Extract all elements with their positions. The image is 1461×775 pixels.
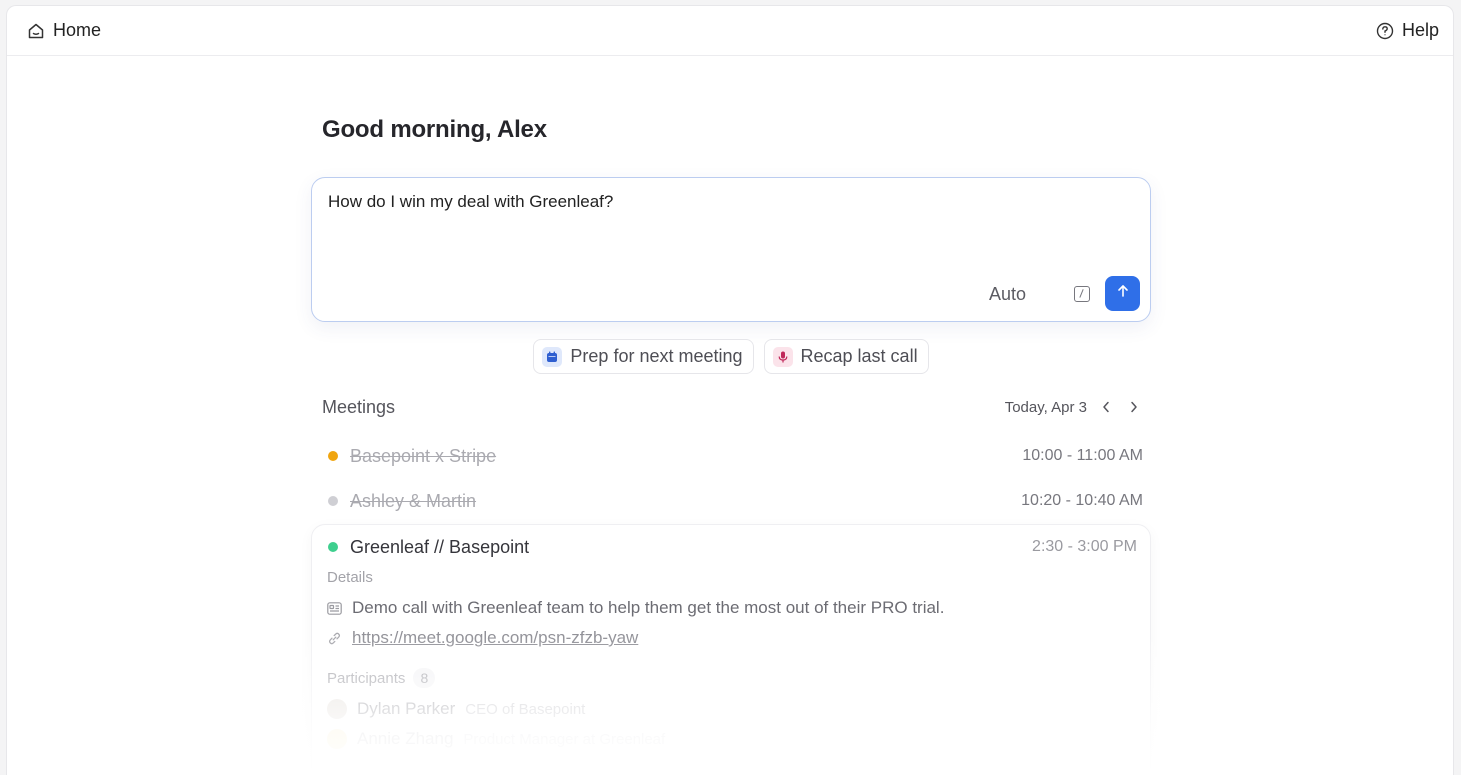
- meeting-row[interactable]: Greenleaf // Basepoint 2:30 - 3:00 PM: [328, 535, 1137, 559]
- meeting-time: 2:30 - 3:00 PM: [1032, 538, 1137, 555]
- date-navigator: Today, Apr 3: [1005, 398, 1143, 416]
- prep-next-meeting-chip[interactable]: Prep for next meeting: [533, 339, 754, 374]
- participant-role: CEO of Basepoint: [465, 700, 586, 718]
- meeting-time: 10:00 - 11:00 AM: [1022, 447, 1143, 464]
- recap-last-call-chip[interactable]: Recap last call: [763, 339, 929, 374]
- meetings-title: Meetings: [322, 396, 396, 417]
- participants-label: Participants 8: [327, 668, 436, 688]
- meeting-description: Demo call with Greenleaf team to help th…: [327, 598, 944, 618]
- participant-name: Dylan Parker: [357, 699, 456, 718]
- help-button[interactable]: Help: [1376, 20, 1439, 41]
- next-day-button[interactable]: [1125, 398, 1143, 416]
- home-button[interactable]: Home: [27, 20, 101, 41]
- chat-composer: Auto: [311, 177, 1151, 322]
- page-title: Good morning, Alex: [322, 116, 547, 143]
- meeting-time: 10:20 - 10:40 AM: [1021, 492, 1143, 509]
- chat-input[interactable]: [328, 192, 1128, 212]
- meeting-link: https://meet.google.com/psn-zfzb-yaw: [327, 628, 638, 648]
- app-window: Home Help Good morning, Alex Auto: [6, 5, 1454, 775]
- avatar: [327, 699, 347, 719]
- participant-item[interactable]: Annie Zhang Product Manager at Greenleaf: [327, 729, 665, 749]
- previous-day-button[interactable]: [1097, 398, 1115, 416]
- slash-command-icon[interactable]: [1074, 286, 1090, 302]
- mode-selector[interactable]: Auto: [989, 284, 1026, 305]
- home-icon: [27, 22, 45, 40]
- home-label: Home: [53, 20, 102, 40]
- meeting-row[interactable]: Basepoint x Stripe 10:00 - 11:00 AM: [328, 444, 1143, 468]
- meeting-row[interactable]: Ashley & Martin 10:20 - 10:40 AM: [328, 489, 1143, 513]
- participant-item[interactable]: Dylan Parker CEO of Basepoint: [327, 699, 585, 719]
- participants-title: Participants: [327, 670, 406, 687]
- link-icon: [328, 632, 341, 644]
- chip-label: Prep for next meeting: [570, 346, 743, 366]
- status-dot: [328, 496, 338, 506]
- chevron-right-icon: [1131, 401, 1137, 413]
- meeting-title: Greenleaf // Basepoint: [350, 536, 530, 557]
- status-dot: [328, 542, 338, 552]
- calendar-icon: [542, 346, 563, 367]
- meeting-title: Basepoint x Stripe: [350, 445, 497, 466]
- send-button[interactable]: [1105, 276, 1140, 311]
- participant-role: Product Manager at Greenleaf: [463, 730, 666, 748]
- meetings-header: Meetings Today, Apr 3: [322, 396, 1143, 418]
- chevron-left-icon: [1103, 401, 1109, 413]
- meeting-title: Ashley & Martin: [350, 490, 477, 511]
- suggestion-chips: Prep for next meeting Recap last call: [310, 339, 1152, 374]
- details-label: Details: [327, 569, 373, 586]
- description-text: Demo call with Greenleaf team to help th…: [352, 598, 945, 617]
- participants-count-badge: 8: [413, 668, 436, 688]
- chip-label: Recap last call: [800, 346, 918, 366]
- participant-name: Annie Zhang: [357, 729, 454, 748]
- status-dot: [328, 451, 338, 461]
- expanded-meeting-card[interactable]: Greenleaf // Basepoint 2:30 - 3:00 PM De…: [311, 524, 1151, 775]
- help-label: Help: [1401, 20, 1439, 40]
- description-icon: [327, 601, 342, 615]
- microphone-icon: [772, 346, 793, 367]
- top-bar: Home Help: [7, 6, 1453, 56]
- current-date: Today, Apr 3: [1004, 398, 1087, 416]
- meeting-url-link[interactable]: https://meet.google.com/psn-zfzb-yaw: [352, 628, 638, 648]
- arrow-up-icon: [1116, 284, 1130, 303]
- avatar: [327, 729, 347, 749]
- help-icon: [1376, 22, 1394, 40]
